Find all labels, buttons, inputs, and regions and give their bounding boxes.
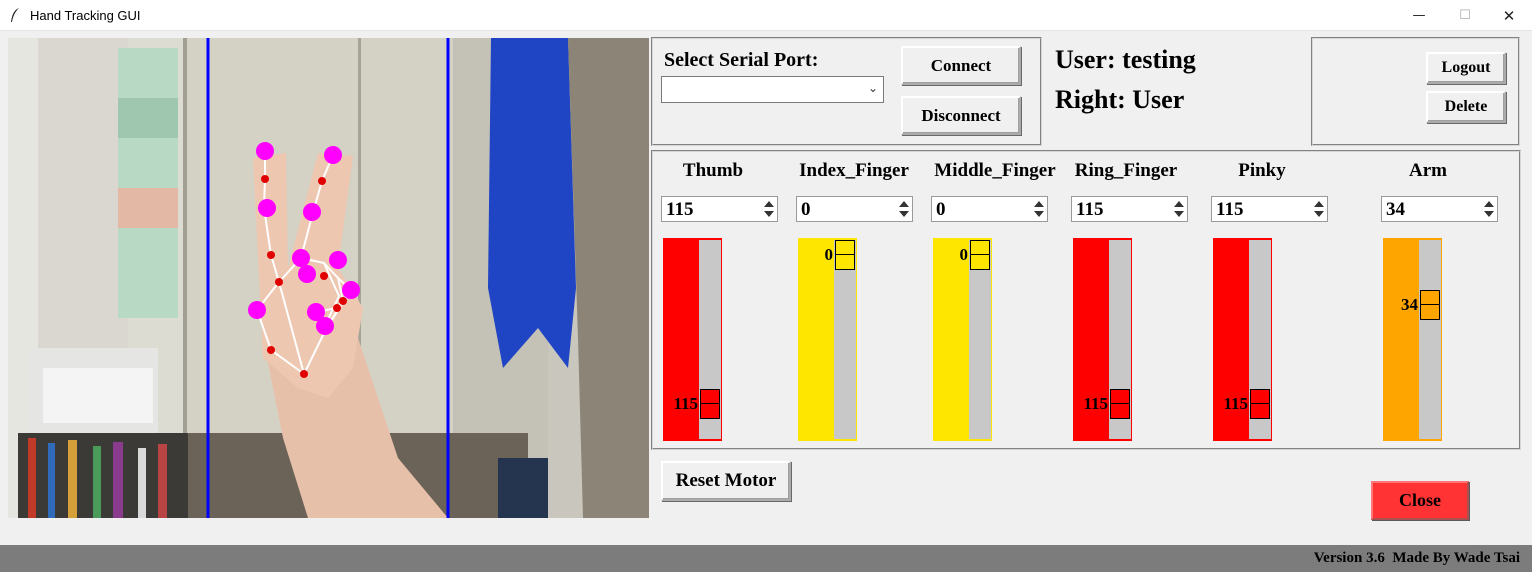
spin-arrows-icon[interactable] bbox=[1481, 197, 1497, 221]
thumb-spinbox-value: 115 bbox=[666, 199, 694, 220]
pinky-slider-value: 115 bbox=[1223, 394, 1248, 413]
arm-spinbox-value: 34 bbox=[1386, 199, 1405, 220]
spin-arrows-icon[interactable] bbox=[1311, 197, 1327, 221]
slider-trough[interactable] bbox=[1419, 240, 1441, 439]
index-finger-label: Index_Finger bbox=[799, 160, 909, 181]
window-close-button[interactable]: ✕ bbox=[1486, 0, 1532, 31]
minimize-button[interactable]: — bbox=[1396, 0, 1442, 31]
thumb-spinbox[interactable]: 115 bbox=[661, 196, 778, 222]
arm-slider-value: 34 bbox=[1401, 295, 1418, 315]
middle-finger-spinbox-value: 0 bbox=[936, 199, 946, 220]
serial-port-label: Select Serial Port: bbox=[664, 49, 819, 71]
thumb-slider-value: 115 bbox=[673, 394, 698, 413]
index-finger-spinbox-value: 0 bbox=[801, 199, 811, 220]
thumb-label: Thumb bbox=[682, 160, 744, 181]
title-bar: Hand Tracking GUI — ☐ ✕ bbox=[0, 0, 1532, 31]
ring-finger-spinbox-value: 115 bbox=[1076, 199, 1104, 220]
arm-label: Arm bbox=[1409, 160, 1447, 181]
camera-feed bbox=[8, 38, 649, 518]
middle-finger-spinbox[interactable]: 0 bbox=[931, 196, 1048, 222]
delete-button[interactable]: Delete bbox=[1426, 91, 1506, 123]
window-title: Hand Tracking GUI bbox=[30, 8, 141, 23]
maximize-button[interactable]: ☐ bbox=[1442, 0, 1488, 31]
maximize-icon: ☐ bbox=[1459, 8, 1471, 23]
spin-arrows-icon[interactable] bbox=[761, 197, 777, 221]
slider-thumb[interactable] bbox=[1110, 389, 1130, 419]
disconnect-button[interactable]: Disconnect bbox=[901, 96, 1021, 135]
index-finger-spinbox[interactable]: 0 bbox=[796, 196, 913, 222]
reset-motor-button[interactable]: Reset Motor bbox=[661, 461, 791, 501]
camera-image bbox=[8, 38, 649, 518]
slider-thumb[interactable] bbox=[970, 240, 990, 270]
spin-arrows-icon[interactable] bbox=[1171, 197, 1187, 221]
close-icon: ✕ bbox=[1502, 6, 1516, 25]
version-label: Version 3.6 Made By Wade Tsai bbox=[1313, 550, 1520, 566]
connect-button[interactable]: Connect bbox=[901, 46, 1021, 85]
middle-finger-slider-value: 0 bbox=[959, 245, 969, 264]
user-right-label: Right: User bbox=[1055, 85, 1185, 114]
index-finger-slider[interactable]: 0 bbox=[798, 238, 857, 441]
pinky-spinbox[interactable]: 115 bbox=[1211, 196, 1328, 222]
user-name-label: User: testing bbox=[1055, 45, 1196, 74]
status-bar: Version 3.6 Made By Wade Tsai bbox=[0, 545, 1532, 572]
ring-finger-slider-value: 115 bbox=[1083, 394, 1108, 413]
slider-thumb[interactable] bbox=[700, 389, 720, 419]
pinky-label: Pinky bbox=[1238, 160, 1286, 181]
middle-finger-slider[interactable]: 0 bbox=[933, 238, 992, 441]
slider-thumb[interactable] bbox=[835, 240, 855, 270]
logout-button[interactable]: Logout bbox=[1426, 52, 1506, 84]
feather-icon bbox=[11, 8, 19, 22]
spin-arrows-icon[interactable] bbox=[1031, 197, 1047, 221]
pinky-slider[interactable]: 115 bbox=[1213, 238, 1272, 441]
serial-port-select[interactable]: ⌄ bbox=[661, 76, 884, 103]
slider-thumb[interactable] bbox=[1250, 389, 1270, 419]
index-finger-slider-value: 0 bbox=[824, 245, 834, 264]
pinky-spinbox-value: 115 bbox=[1216, 199, 1244, 220]
spin-arrows-icon[interactable] bbox=[896, 197, 912, 221]
arm-slider[interactable]: 34 bbox=[1383, 238, 1442, 441]
close-button[interactable]: Close bbox=[1371, 481, 1469, 520]
slider-thumb[interactable] bbox=[1420, 290, 1440, 321]
arm-spinbox[interactable]: 34 bbox=[1381, 196, 1498, 222]
ring-finger-spinbox[interactable]: 115 bbox=[1071, 196, 1188, 222]
thumb-slider[interactable]: 115 bbox=[663, 238, 722, 441]
ring-finger-slider[interactable]: 115 bbox=[1073, 238, 1132, 441]
chevron-down-icon: ⌄ bbox=[867, 81, 878, 95]
minimize-icon: — bbox=[1412, 8, 1426, 23]
